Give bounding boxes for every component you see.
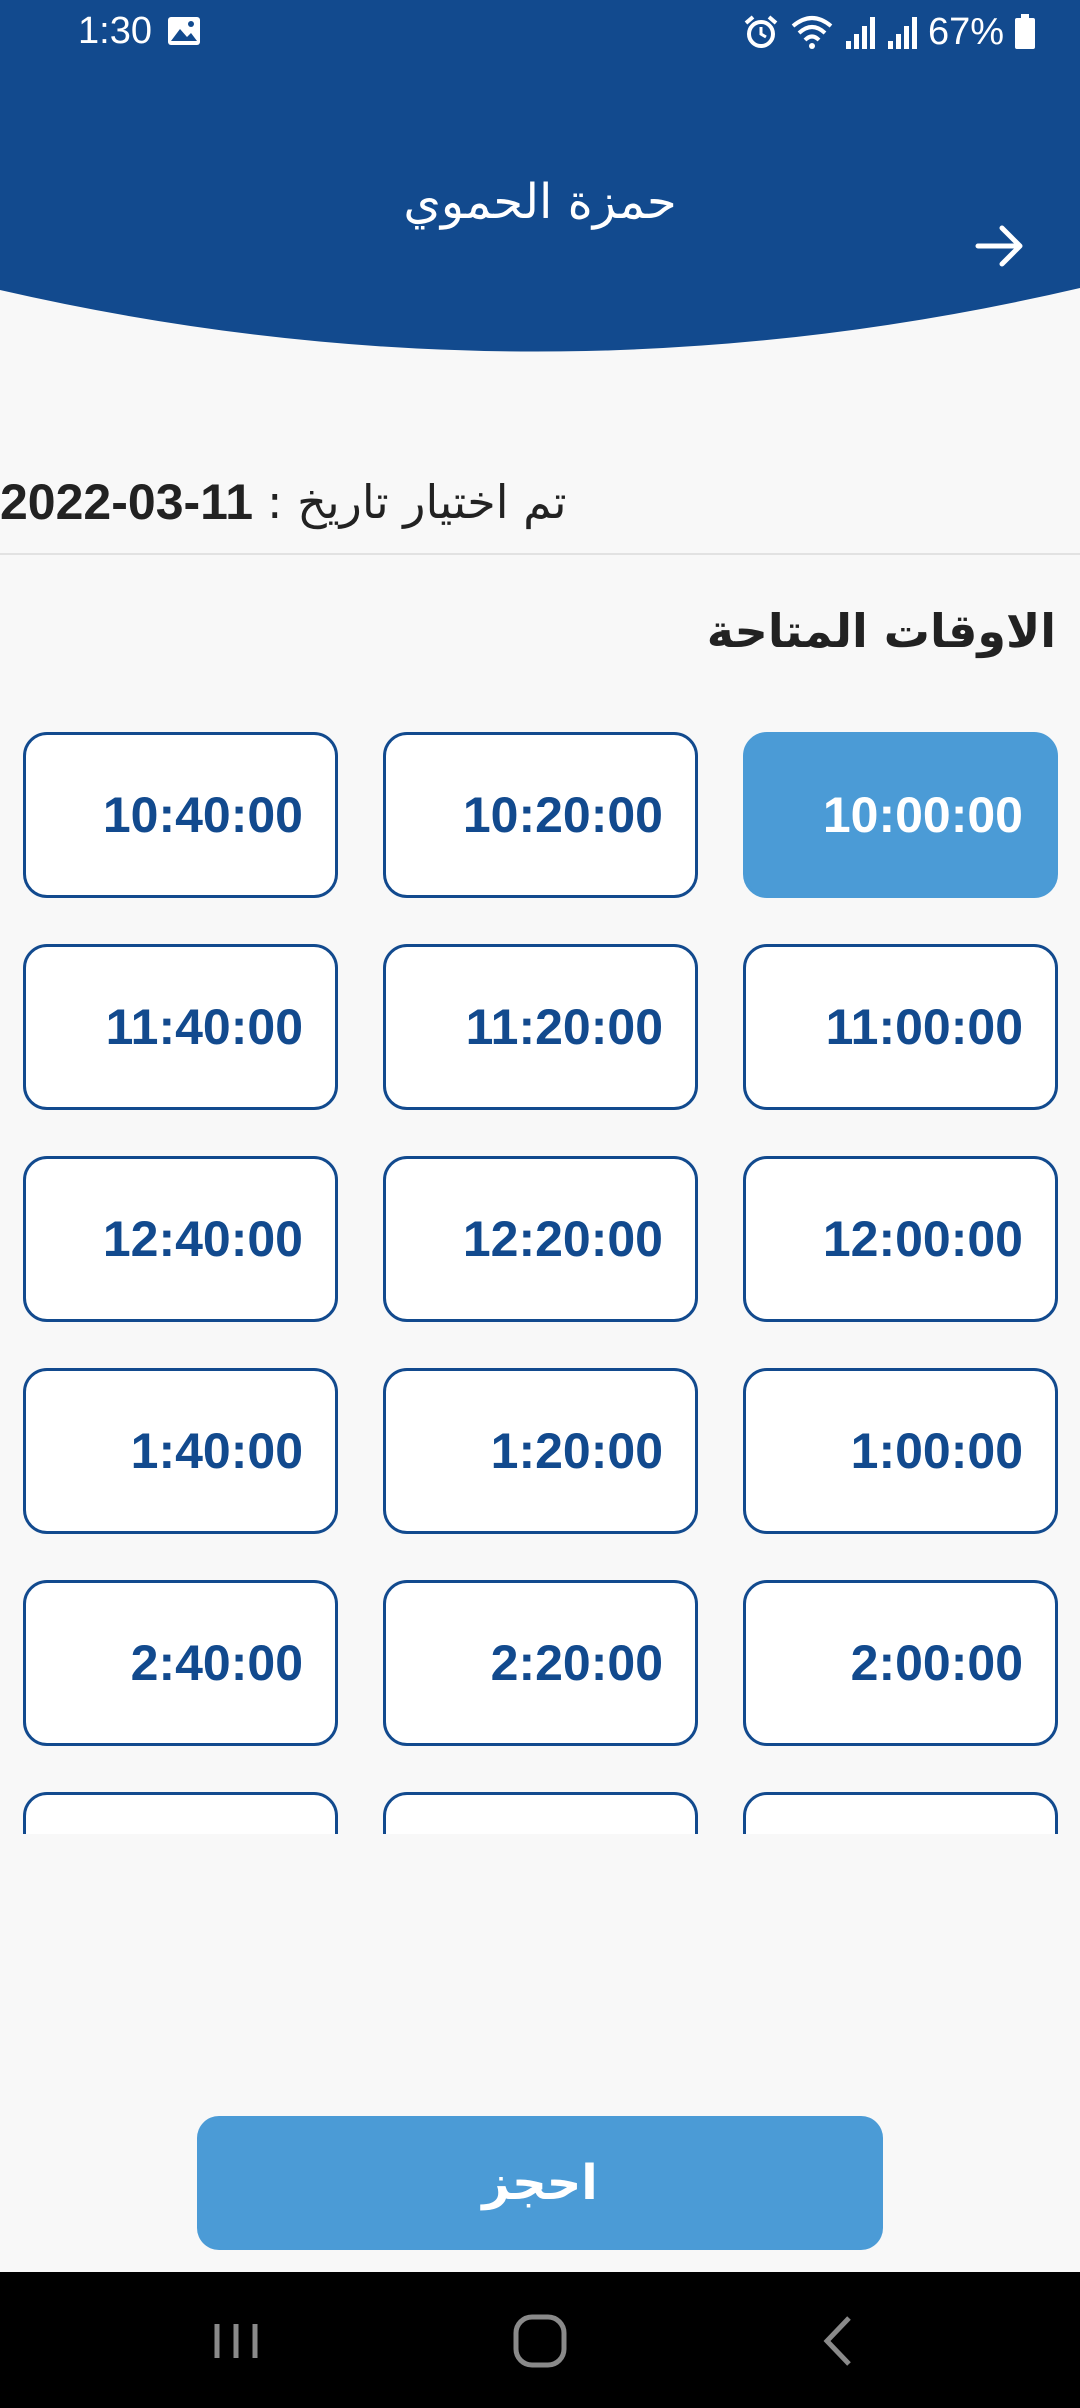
battery-icon xyxy=(1015,14,1035,49)
time-slot[interactable]: 2:40:00 xyxy=(23,1580,338,1746)
time-slot[interactable]: 1:20:00 xyxy=(383,1368,698,1534)
time-slot[interactable]: 1:00:00 xyxy=(743,1368,1058,1534)
divider xyxy=(0,553,1080,555)
signal-icon xyxy=(887,17,917,49)
time-slot[interactable]: 1:40:00 xyxy=(23,1368,338,1534)
time-slot[interactable]: 2:20:00 xyxy=(383,1580,698,1746)
home-icon[interactable] xyxy=(505,2306,575,2376)
time-slot[interactable]: 2:00:00 xyxy=(743,1580,1058,1746)
header: حمزة الحموي xyxy=(0,64,1080,364)
time-slot[interactable]: 11:00:00 xyxy=(743,944,1058,1110)
time-slot[interactable] xyxy=(23,1792,338,1834)
available-times-title: الاوقات المتاحة xyxy=(706,604,1056,658)
arrow-right-icon[interactable] xyxy=(972,218,1028,274)
selected-date-value: 2022-03-11 xyxy=(0,474,254,530)
selected-date-row: تم اختيار تاريخ : 2022-03-11 xyxy=(0,450,1080,554)
battery-percentage: 67% xyxy=(927,10,1004,53)
header-title: حمزة الحموي xyxy=(403,174,677,230)
time-slot[interactable]: 10:20:00 xyxy=(383,732,698,898)
status-bar: 1:30 67% xyxy=(0,0,1080,64)
recent-apps-icon[interactable] xyxy=(201,2306,271,2376)
booking-screen: 1:30 67% حمزة الحموي تم اختيار تاريخ: 2… xyxy=(0,0,1080,2408)
selected-date-label: تم اختيار تاريخ : xyxy=(267,475,567,529)
time-slot[interactable]: 10:00:00 xyxy=(743,732,1058,898)
alarm-icon xyxy=(744,15,778,48)
time-slot[interactable]: 11:20:00 xyxy=(383,944,698,1110)
time-slot[interactable]: 10:40:00 xyxy=(23,732,338,898)
time-slots-grid: 10:00:00 10:20:00 10:40:00 11:00:00 11:2… xyxy=(0,720,1080,1834)
time-slot[interactable] xyxy=(383,1792,698,1834)
time-slot[interactable]: 12:00:00 xyxy=(743,1156,1058,1322)
status-time: 1:30 xyxy=(78,10,152,52)
wifi-icon xyxy=(791,16,833,49)
back-icon[interactable] xyxy=(805,2306,875,2376)
time-slot[interactable]: 12:20:00 xyxy=(383,1156,698,1322)
book-button[interactable]: احجز xyxy=(197,2116,883,2250)
time-slot[interactable]: 12:40:00 xyxy=(23,1156,338,1322)
time-slot[interactable]: 11:40:00 xyxy=(23,944,338,1110)
navigation-bar xyxy=(0,2272,1080,2408)
gallery-icon xyxy=(168,17,200,45)
signal-icon xyxy=(845,17,875,49)
status-icons: 67% xyxy=(742,8,1036,56)
time-slot[interactable] xyxy=(743,1792,1058,1834)
